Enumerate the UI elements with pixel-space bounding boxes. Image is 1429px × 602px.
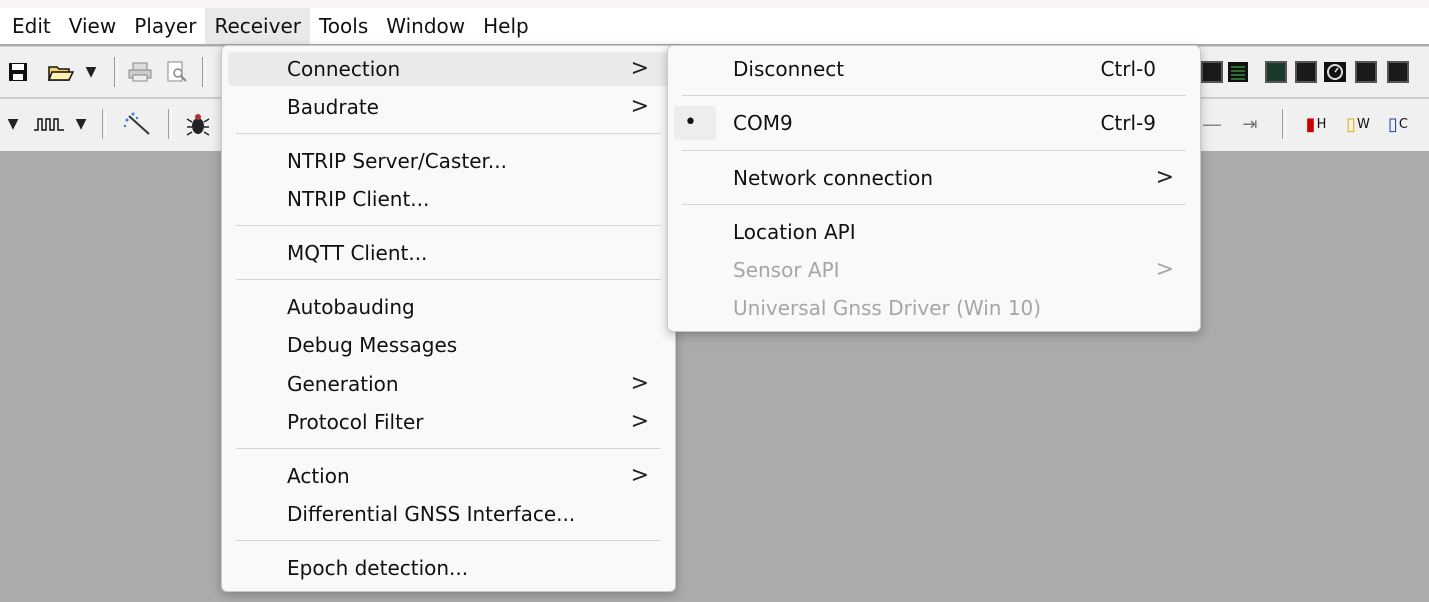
- clock-view-icon[interactable]: [1322, 57, 1348, 87]
- menu-item-universal-gnss-driver: Universal Gnss Driver (Win 10): [733, 296, 1042, 320]
- menu-item-ntrip-client[interactable]: NTRIP Client...: [228, 182, 669, 216]
- view-icon-1[interactable]: [1200, 57, 1224, 87]
- menu-item-protocol-filter[interactable]: Protocol Filter >: [228, 405, 669, 439]
- chevron-right-icon: >: [1155, 165, 1174, 190]
- debug-bug-icon[interactable]: [184, 109, 212, 139]
- chevron-right-icon: >: [630, 56, 649, 81]
- thermometer-c-label: C: [1398, 116, 1408, 132]
- menu-player[interactable]: Player: [125, 8, 205, 44]
- window-top-border: [0, 0, 1429, 8]
- menu-item-baudrate[interactable]: Baudrate >: [228, 90, 669, 124]
- open-folder-icon[interactable]: [46, 57, 76, 87]
- deviation-view-icon[interactable]: [1354, 57, 1378, 87]
- thermometer-w-icon[interactable]: ▯ W: [1342, 109, 1374, 139]
- menu-separator: [236, 279, 661, 280]
- menu-separator: [236, 540, 661, 541]
- menu-item-connection[interactable]: Connection >: [228, 52, 669, 86]
- menu-item-mqtt-client[interactable]: MQTT Client...: [228, 236, 669, 270]
- menu-item-network-connection[interactable]: Network connection >: [674, 161, 1194, 195]
- thermometer-h-icon[interactable]: ▮ H: [1300, 109, 1332, 139]
- toolbar-separator: [114, 57, 118, 87]
- toolbar-separator: [1282, 109, 1286, 139]
- selected-bullet-icon: [674, 106, 716, 140]
- save-icon[interactable]: [6, 57, 30, 87]
- menu-item-generation[interactable]: Generation >: [228, 367, 669, 401]
- dropdown-arrow-icon[interactable]: ▼: [82, 57, 100, 87]
- toolbar-separator: [202, 57, 206, 87]
- menu-item-disconnect[interactable]: Disconnect Ctrl-0: [674, 52, 1194, 86]
- jump-end-icon[interactable]: ⇥: [1236, 109, 1264, 139]
- wizard-icon[interactable]: [120, 109, 156, 139]
- signal-wave-icon[interactable]: [32, 109, 66, 139]
- menu-separator: [236, 225, 661, 226]
- thermometer-c-icon[interactable]: ▯ C: [1382, 109, 1414, 139]
- chevron-right-icon: >: [630, 94, 649, 119]
- satellite-view-icon[interactable]: [1386, 57, 1410, 87]
- menu-item-ntrip-server[interactable]: NTRIP Server/Caster...: [228, 144, 669, 178]
- shortcut-label: Ctrl-9: [1100, 111, 1156, 135]
- menu-item-autobauding[interactable]: Autobauding: [228, 290, 669, 324]
- receiver-menu: Connection > Baudrate > NTRIP Server/Cas…: [221, 45, 676, 592]
- menu-separator: [682, 204, 1186, 205]
- dropdown-arrow-icon[interactable]: ▼: [72, 109, 90, 139]
- table-view-icon[interactable]: [1226, 57, 1250, 87]
- map-view-icon[interactable]: [1294, 57, 1318, 87]
- toolbar-separator: [102, 109, 106, 139]
- thermometer-h-label: H: [1316, 116, 1327, 132]
- print-preview-icon[interactable]: [164, 57, 190, 87]
- menu-window[interactable]: Window: [377, 8, 474, 44]
- menu-tools[interactable]: Tools: [310, 8, 377, 44]
- menu-bar: Edit View Player Receiver Tools Window H…: [0, 8, 1429, 44]
- toolbar-separator: [168, 109, 172, 139]
- menu-item-debug-messages[interactable]: Debug Messages: [228, 328, 669, 362]
- menu-separator: [236, 448, 661, 449]
- menu-separator: [682, 95, 1186, 96]
- menu-item-location-api[interactable]: Location API: [674, 215, 1194, 249]
- dropdown-arrow-icon[interactable]: ▼: [4, 109, 22, 139]
- menu-item-action[interactable]: Action >: [228, 459, 669, 493]
- menu-help[interactable]: Help: [474, 8, 538, 44]
- chevron-right-icon: >: [630, 409, 649, 434]
- menu-item-differential-gnss[interactable]: Differential GNSS Interface...: [228, 497, 669, 531]
- menu-edit[interactable]: Edit: [0, 8, 60, 44]
- connection-submenu: Disconnect Ctrl-0 COM9 Ctrl-9 Network co…: [667, 45, 1201, 332]
- chevron-right-icon: >: [630, 371, 649, 396]
- thermometer-w-label: W: [1357, 116, 1370, 132]
- shortcut-label: Ctrl-0: [1100, 57, 1156, 81]
- chevron-right-icon: >: [1155, 257, 1174, 282]
- menu-separator: [236, 133, 661, 134]
- menu-view[interactable]: View: [60, 8, 125, 44]
- print-icon[interactable]: [126, 57, 154, 87]
- menu-item-sensor-api: Sensor API >: [674, 253, 1194, 287]
- sky-view-icon[interactable]: [1264, 57, 1288, 87]
- menu-item-com9[interactable]: COM9 Ctrl-9: [674, 106, 1194, 140]
- chevron-right-icon: >: [630, 463, 649, 488]
- menu-item-epoch-detection[interactable]: Epoch detection...: [228, 551, 669, 585]
- menu-separator: [682, 150, 1186, 151]
- minus-icon[interactable]: —: [1200, 109, 1224, 139]
- menu-receiver[interactable]: Receiver: [205, 8, 310, 44]
